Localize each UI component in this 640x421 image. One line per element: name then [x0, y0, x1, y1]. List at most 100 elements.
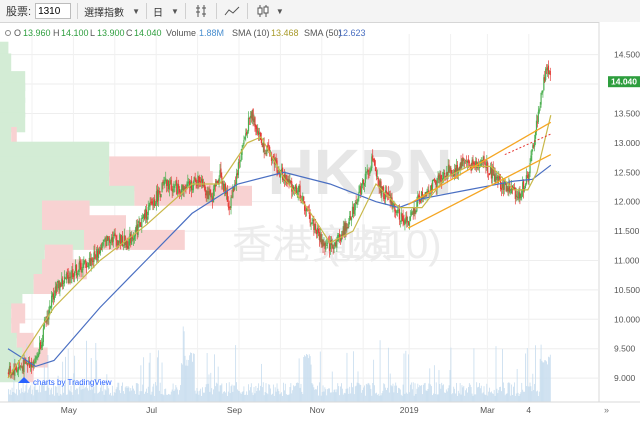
volume-bar: [101, 391, 103, 402]
tradingview-attribution[interactable]: charts by TradingView: [18, 377, 112, 387]
candle-body: [373, 159, 376, 166]
candle-body: [538, 109, 540, 113]
volume-bar: [212, 394, 214, 402]
toolbar-divider: [246, 3, 248, 19]
chevron-down-icon[interactable]: ▼: [276, 7, 284, 16]
volume-bar: [304, 355, 306, 402]
volume-bar: [123, 391, 124, 402]
volume-bar: [263, 395, 265, 402]
volume-bar: [297, 382, 299, 402]
volume-bar: [228, 382, 230, 402]
volume-bar: [438, 370, 440, 402]
time-tick-label: Nov: [310, 405, 326, 415]
candle-body: [487, 162, 489, 173]
chart-panel[interactable]: HKBN 香港寬頻 (1310) 9.000 9.500 10.000 10.500 1…: [0, 22, 640, 416]
volume-bar: [324, 387, 326, 402]
candle-body: [500, 180, 502, 190]
volume-bar: [539, 358, 541, 402]
volume-bar: [227, 391, 229, 402]
volume-bar: [253, 387, 255, 402]
volume-bar: [109, 394, 110, 402]
volume-bar: [219, 385, 221, 402]
volume-bar: [245, 394, 247, 402]
volume-bar: [87, 388, 88, 402]
volume-bar: [353, 351, 354, 402]
volume-bar: [502, 349, 503, 402]
candle-body: [303, 196, 305, 201]
compare-button[interactable]: [192, 3, 210, 19]
volume-bar: [139, 391, 141, 402]
time-tick-label: Sep: [227, 405, 242, 415]
volume-bar: [193, 353, 195, 402]
volume-bar: [140, 365, 142, 402]
candle-body: [87, 262, 90, 268]
volume-bar: [298, 358, 300, 402]
candle-body: [65, 274, 67, 280]
volume-bar: [107, 385, 109, 402]
volume-bar: [443, 384, 444, 402]
volume-bar: [72, 394, 74, 402]
volume-bar: [91, 389, 93, 402]
volume-bar: [398, 387, 399, 402]
volume-bar: [350, 393, 352, 402]
volume-bar: [196, 387, 198, 402]
volume-bar: [255, 386, 257, 402]
candle-body: [178, 184, 180, 189]
volume-bar: [540, 344, 542, 402]
time-axis[interactable]: May Jul Sep Nov 2019 Mar 4 »: [0, 401, 640, 415]
volume-bar: [302, 394, 304, 402]
line-style-button[interactable]: [223, 3, 241, 19]
volume-bar: [39, 385, 41, 402]
volume-bar: [70, 385, 72, 402]
volume-bar: [534, 383, 536, 402]
volume-bar: [449, 370, 451, 402]
candle-style-icon: [257, 5, 269, 17]
volume-bar: [477, 387, 478, 402]
volume-bar: [314, 389, 316, 402]
candle-body: [141, 217, 143, 228]
volume-bar: [354, 386, 356, 402]
volume-bar: [38, 392, 40, 402]
volume-bar: [97, 393, 99, 402]
volume-bar: [15, 393, 17, 402]
volume-bar: [391, 386, 393, 402]
volume-bar: [113, 392, 115, 402]
volume-bar: [231, 384, 233, 402]
candle-body: [160, 194, 162, 198]
candle-body: [240, 155, 242, 161]
volume-bar: [428, 383, 430, 402]
volume-bar: [491, 391, 492, 402]
interval-select[interactable]: 日 ▼: [153, 4, 179, 19]
volume-bar: [386, 390, 387, 402]
volume-bar: [489, 387, 490, 402]
candle-style-button[interactable]: [254, 3, 272, 19]
volume-bar: [343, 392, 345, 402]
price-chart[interactable]: HKBN 香港寬頻 (1310) 9.0009.50010.00010.5001…: [0, 22, 640, 416]
symbol-input[interactable]: [35, 3, 72, 19]
candle-body: [259, 132, 262, 140]
volume-bar: [141, 391, 143, 402]
volume-bar: [469, 384, 471, 402]
volume-bar: [48, 387, 50, 402]
volume-bar: [162, 394, 164, 402]
volume-bar: [258, 383, 260, 402]
price-tick-label: 14.500: [614, 50, 640, 60]
volume-bar: [45, 390, 47, 402]
volume-bar: [67, 348, 69, 402]
volume-bar: [310, 364, 312, 402]
candle-body: [531, 149, 533, 156]
volume-bar: [340, 386, 341, 402]
candle-body: [76, 272, 78, 277]
volume-bar: [299, 387, 301, 402]
volume-bar: [273, 395, 275, 402]
candle-body: [429, 193, 431, 194]
volume-bar: [220, 385, 222, 402]
volume-bar: [230, 386, 232, 402]
volume-bar: [58, 395, 60, 402]
candle-body: [101, 244, 103, 249]
scroll-right-icon[interactable]: »: [604, 405, 609, 415]
candle-body: [66, 272, 68, 275]
indicator-select[interactable]: 選擇指數 ▼: [84, 4, 140, 19]
volume-bar: [410, 384, 411, 402]
volume-bar: [30, 385, 31, 402]
